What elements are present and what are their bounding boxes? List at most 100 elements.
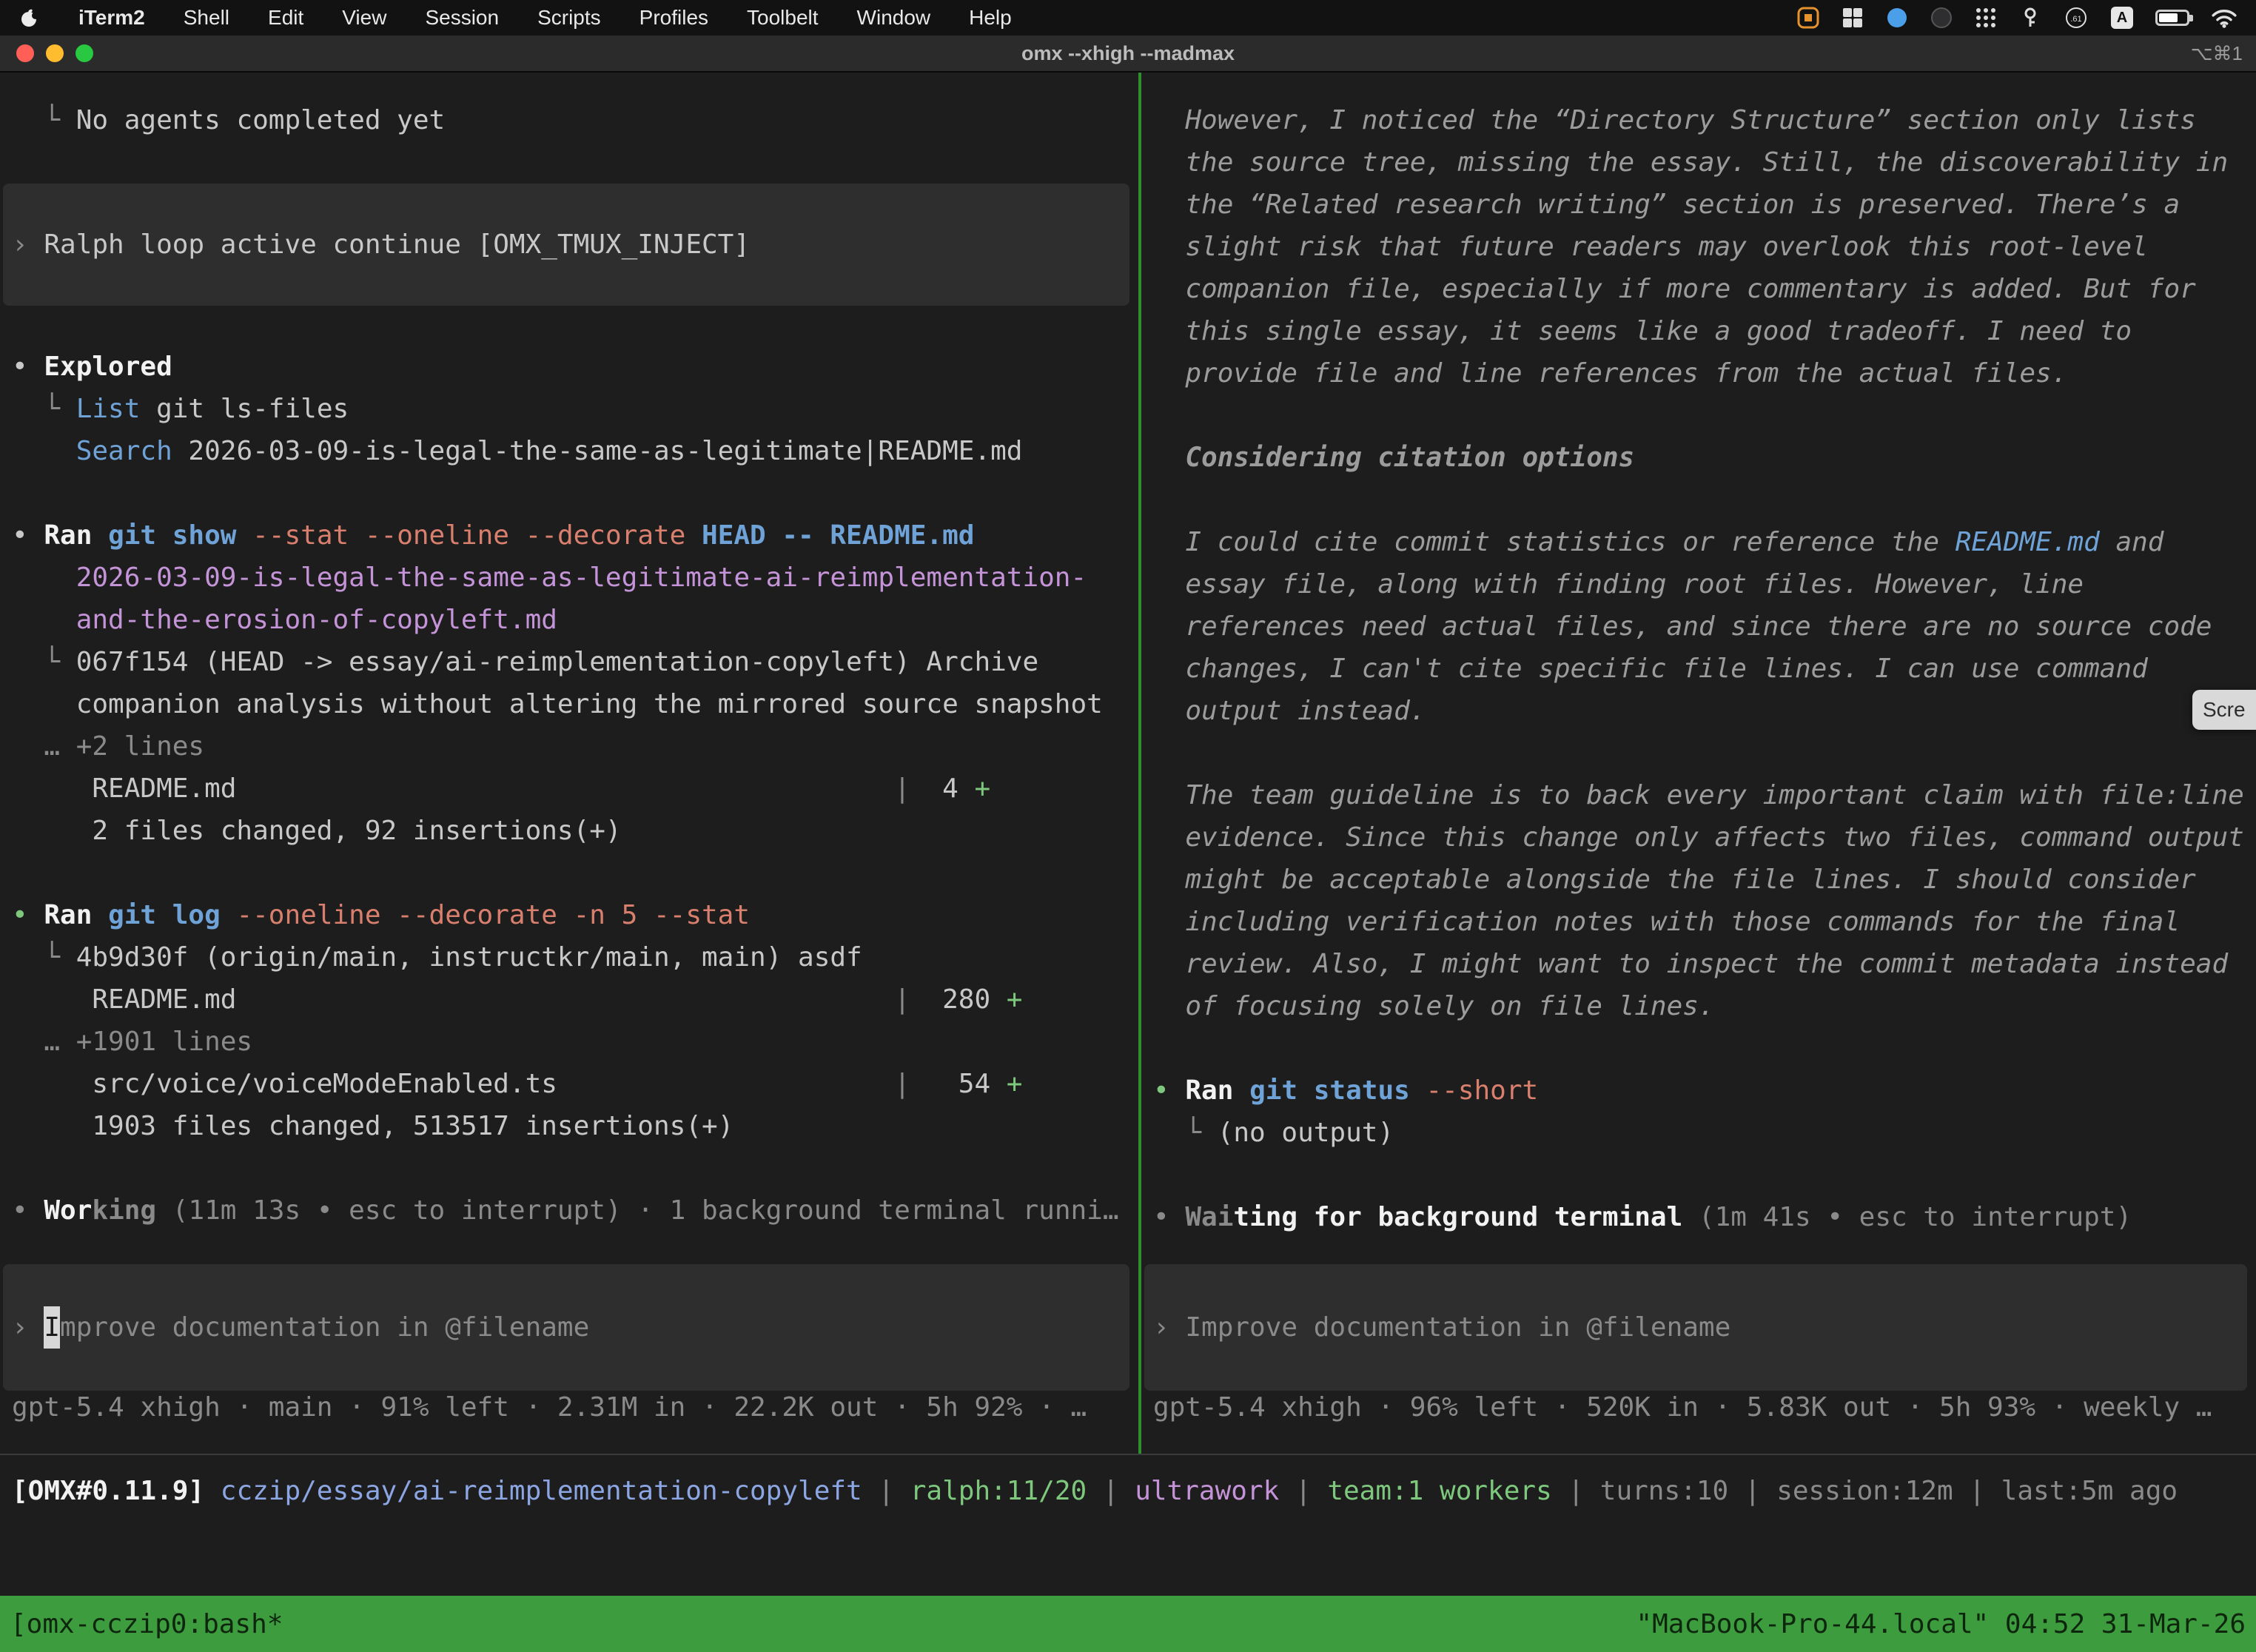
terminal-line: might be acceptable alongside the file l… bbox=[1153, 859, 2256, 901]
terminal-line: 2 files changed, 92 insertions(+) bbox=[12, 810, 1138, 852]
terminal-line: of focusing solely on file lines. bbox=[1153, 985, 2256, 1027]
apple-menu-icon[interactable] bbox=[19, 7, 40, 28]
terminal-line: 1903 files changed, 513517 insertions(+) bbox=[12, 1105, 1138, 1147]
terminal-line: the source tree, missing the essay. Stil… bbox=[1153, 141, 2256, 184]
dots-grid-icon[interactable] bbox=[1975, 7, 1997, 29]
menu-item-profiles[interactable]: Profiles bbox=[639, 6, 708, 30]
zoom-button[interactable] bbox=[75, 44, 93, 62]
terminal-line: … +2 lines bbox=[12, 725, 1138, 768]
menu-bar-items: iTerm2 Shell Edit View Session Scripts Profile… bbox=[19, 6, 1012, 30]
tmux-host-clock: "MacBook-Pro-44.local" 04:52 31-Mar-26 bbox=[1636, 1609, 2246, 1639]
key-icon[interactable] bbox=[2019, 7, 2041, 29]
dark-app-icon[interactable] bbox=[1930, 7, 1953, 29]
terminal-line bbox=[1153, 1154, 2256, 1196]
terminal-line bbox=[12, 472, 1138, 514]
terminal-line bbox=[1153, 1027, 2256, 1070]
input-source-icon[interactable]: A bbox=[2111, 7, 2133, 29]
raycast-icon[interactable] bbox=[1886, 7, 1908, 29]
terminal-line: However, I noticed the “Directory Struct… bbox=[1153, 99, 2256, 141]
left-prompt-input[interactable]: › Improve documentation in @filename bbox=[3, 1264, 1129, 1391]
menu-item-help[interactable]: Help bbox=[969, 6, 1012, 30]
menu-item-edit[interactable]: Edit bbox=[268, 6, 303, 30]
screen: iTerm2 Shell Edit View Session Scripts Profile… bbox=[0, 0, 2256, 1652]
terminal-line: Search 2026-03-09-is-legal-the-same-as-l… bbox=[12, 430, 1138, 472]
right-prompt-input[interactable]: › Improve documentation in @filename bbox=[1144, 1264, 2247, 1391]
terminal-line: └ (no output) bbox=[1153, 1112, 2256, 1154]
tmux-session-label: [omx-cczip0:bash* bbox=[10, 1609, 283, 1639]
menu-bar: iTerm2 Shell Edit View Session Scripts Profile… bbox=[0, 0, 2256, 36]
terminal-line: The team guideline is to back every impo… bbox=[1153, 774, 2256, 816]
terminal-line: slight risk that future readers may over… bbox=[1153, 226, 2256, 268]
terminal-line: • Ran git status --short bbox=[1153, 1070, 2256, 1112]
terminal: └ No agents completed yet › Ralph loop a… bbox=[0, 73, 2256, 1454]
terminal-line: └ 067f154 (HEAD -> essay/ai-reimplementa… bbox=[12, 641, 1138, 683]
menu-item-session[interactable]: Session bbox=[425, 6, 499, 30]
svg-text:.61: .61 bbox=[2070, 15, 2081, 24]
terminal-line: └ List git ls-files bbox=[12, 388, 1138, 430]
screen-recording-icon[interactable] bbox=[1797, 7, 1819, 29]
terminal-line: [OMX#0.11.9] cczip/essay/ai-reimplementa… bbox=[12, 1470, 2178, 1512]
terminal-line: and-the-erosion-of-copyleft.md bbox=[12, 599, 1138, 641]
traffic-lights bbox=[16, 44, 93, 62]
minimize-button[interactable] bbox=[46, 44, 64, 62]
battery-icon[interactable] bbox=[2155, 10, 2189, 26]
terminal-line: provide file and line references from th… bbox=[1153, 352, 2256, 394]
grid-icon[interactable] bbox=[1842, 7, 1864, 29]
terminal-line: output instead. bbox=[1153, 690, 2256, 732]
terminal-line: README.md | 4 + bbox=[12, 768, 1138, 810]
left-pane-pre-lines: └ No agents completed yet bbox=[12, 99, 1138, 141]
menu-item-view[interactable]: View bbox=[342, 6, 386, 30]
tmux-status-bar: [omx-cczip0:bash* "MacBook-Pro-44.local"… bbox=[0, 1596, 2256, 1652]
left-pane-body-lines: • Explored └ List git ls-files Search 20… bbox=[12, 346, 1138, 1232]
menu-item-shell[interactable]: Shell bbox=[184, 6, 229, 30]
menu-item-iterm2[interactable]: iTerm2 bbox=[78, 6, 145, 30]
window-title-bar: omx --xhigh --madmax ⌥⌘1 bbox=[0, 36, 2256, 73]
terminal-line: references need actual files, and since … bbox=[1153, 605, 2256, 648]
right-pane-body-lines: However, I noticed the “Directory Struct… bbox=[1153, 99, 2256, 1238]
terminal-line bbox=[1153, 732, 2256, 774]
close-button[interactable] bbox=[16, 44, 34, 62]
terminal-line: … +1901 lines bbox=[12, 1021, 1138, 1063]
omx-status-bar: [OMX#0.11.9] cczip/essay/ai-reimplementa… bbox=[12, 1470, 2178, 1512]
pane-bottom-border bbox=[0, 1454, 2256, 1455]
window-shortcut-hint: ⌥⌘1 bbox=[2191, 42, 2243, 65]
terminal-line: I could cite commit statistics or refere… bbox=[1153, 521, 2256, 563]
screenshot-tab-label: Scre bbox=[2203, 698, 2246, 722]
left-model-status-line: gpt-5.4 xhigh · main · 91% left · 2.31M … bbox=[12, 1386, 1087, 1428]
terminal-line: • Working (11m 13s • esc to interrupt) ·… bbox=[12, 1189, 1138, 1232]
terminal-line: this single essay, it seems like a good … bbox=[1153, 310, 2256, 352]
terminal-line: • Explored bbox=[12, 346, 1138, 388]
terminal-line: └ 4b9d30f (origin/main, instructkr/main,… bbox=[12, 936, 1138, 978]
window-title: omx --xhigh --madmax bbox=[0, 42, 2256, 65]
terminal-line bbox=[1153, 394, 2256, 437]
terminal-line: including verification notes with those … bbox=[1153, 901, 2256, 943]
terminal-line: the “Related research writing” section i… bbox=[1153, 184, 2256, 226]
right-pane[interactable]: However, I noticed the “Directory Struct… bbox=[1141, 73, 2256, 1454]
battery-level bbox=[2159, 13, 2178, 22]
terminal-line: • Ran git show --stat --oneline --decora… bbox=[12, 514, 1138, 557]
terminal-line: • Waiting for background terminal (1m 41… bbox=[1153, 1196, 2256, 1238]
terminal-line bbox=[12, 1147, 1138, 1189]
terminal-line: companion file, especially if more comme… bbox=[1153, 268, 2256, 310]
terminal-line: review. Also, I might want to inspect th… bbox=[1153, 943, 2256, 985]
terminal-line: essay file, along with finding root file… bbox=[1153, 563, 2256, 605]
terminal-line: 2026-03-09-is-legal-the-same-as-legitima… bbox=[12, 557, 1138, 599]
terminal-line: Considering citation options bbox=[1153, 437, 2256, 479]
wifi-icon[interactable] bbox=[2212, 7, 2237, 28]
left-pane[interactable]: └ No agents completed yet › Ralph loop a… bbox=[0, 73, 1138, 1454]
terminal-line: evidence. Since this change only affects… bbox=[1153, 816, 2256, 859]
terminal-line: • Ran git log --oneline --decorate -n 5 … bbox=[12, 894, 1138, 936]
menu-item-window[interactable]: Window bbox=[857, 6, 931, 30]
ralph-inject-box: › Ralph loop active continue [OMX_TMUX_I… bbox=[3, 184, 1129, 306]
gauge-icon[interactable]: .61 bbox=[2064, 7, 2089, 29]
terminal-line: README.md | 280 + bbox=[12, 978, 1138, 1021]
menu-bar-status-icons: .61 A bbox=[1797, 7, 2237, 29]
menu-item-toolbelt[interactable]: Toolbelt bbox=[747, 6, 819, 30]
terminal-line: src/voice/voiceModeEnabled.ts | 54 + bbox=[12, 1063, 1138, 1105]
terminal-line: changes, I can't cite specific file line… bbox=[1153, 648, 2256, 690]
terminal-line bbox=[12, 852, 1138, 894]
screenshot-tab[interactable]: Scre bbox=[2192, 690, 2256, 730]
menu-item-scripts[interactable]: Scripts bbox=[537, 6, 601, 30]
right-model-status-line: gpt-5.4 xhigh · 96% left · 520K in · 5.8… bbox=[1153, 1386, 2212, 1428]
terminal-line bbox=[1153, 479, 2256, 521]
